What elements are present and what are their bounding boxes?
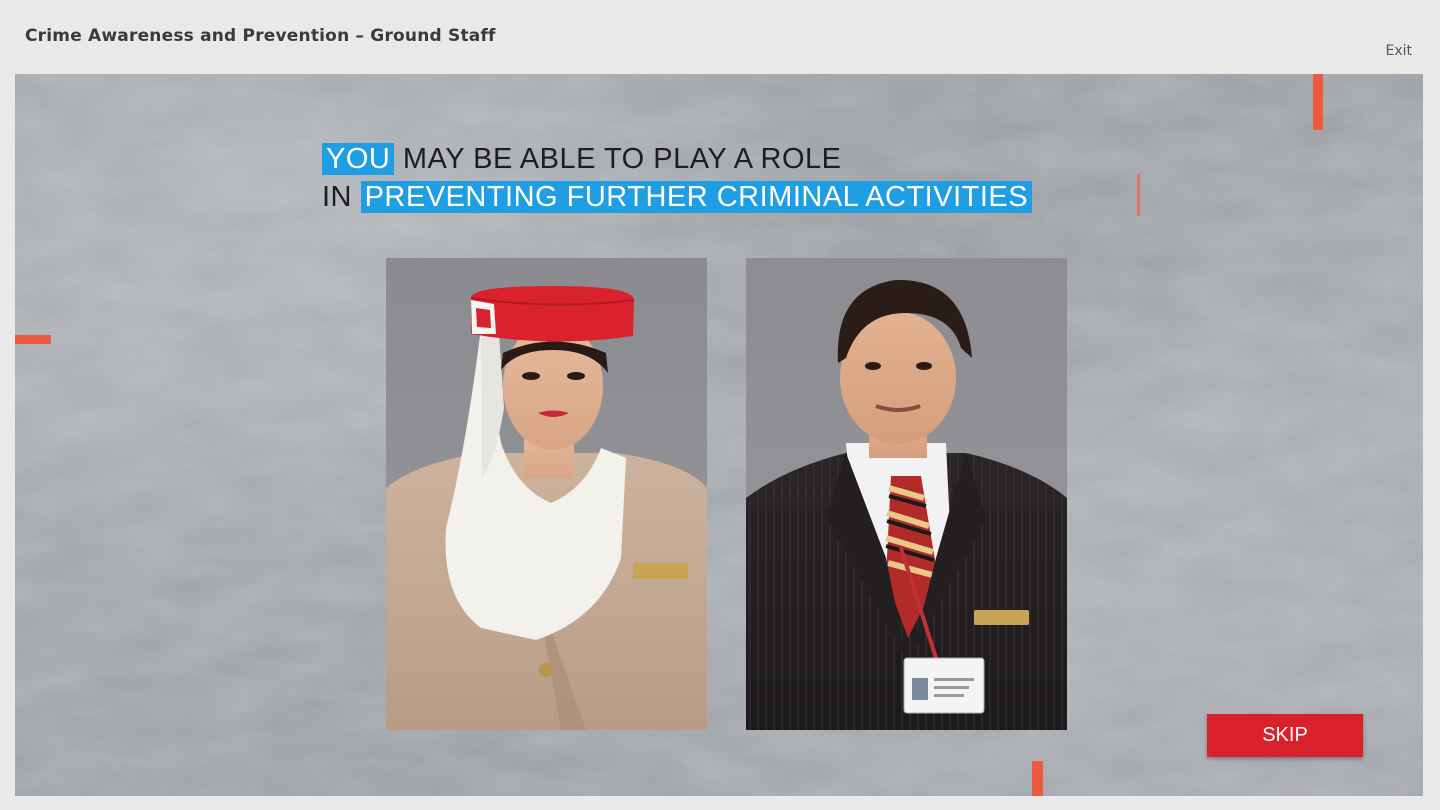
cabin-crew-illustration (386, 286, 707, 730)
photo-cabin-crew (386, 258, 707, 730)
ground-staff-illustration (746, 279, 1067, 730)
slide-stage: YOU MAY BE ABLE TO PLAY A ROLE IN PREVEN… (15, 74, 1423, 796)
slide-headline: YOU MAY BE ABLE TO PLAY A ROLE IN PREVEN… (322, 140, 1033, 216)
accent-bar-bottom (1032, 761, 1043, 796)
headline-line-1: YOU MAY BE ABLE TO PLAY A ROLE (322, 140, 1032, 178)
headline-line-1-rest: MAY BE ABLE TO PLAY A ROLE (394, 143, 842, 175)
text-cursor-mark (1137, 174, 1140, 216)
headline-highlight-preventing: PREVENTING FURTHER CRIMINAL ACTIVITIES (360, 181, 1033, 213)
headline-line-2-prefix: IN (322, 181, 361, 213)
photo-ground-staff (746, 258, 1067, 730)
accent-bar-left (15, 335, 51, 344)
headline-line-2: IN PREVENTING FURTHER CRIMINAL ACTIVITIE… (322, 178, 1033, 216)
headline-highlight-you: YOU (322, 143, 395, 175)
course-player: Crime Awareness and Prevention – Ground … (0, 0, 1440, 810)
accent-bar-top-right (1313, 74, 1323, 130)
skip-button[interactable]: SKIP (1207, 714, 1363, 757)
exit-link[interactable]: Exit (1385, 43, 1412, 59)
course-title: Crime Awareness and Prevention – Ground … (25, 26, 496, 46)
